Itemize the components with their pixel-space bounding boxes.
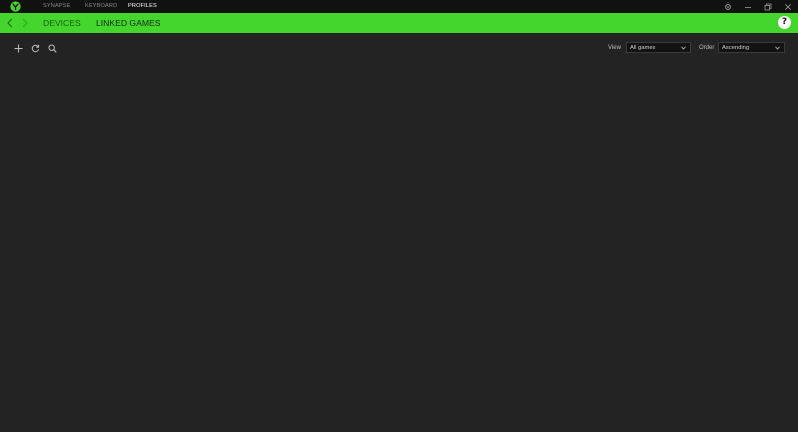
sub-header: DEVICES LINKED GAMES ? (0, 13, 798, 33)
nav-keyboard[interactable]: KEYBOARD (85, 0, 117, 13)
chevron-right-icon (22, 18, 28, 28)
close-icon (785, 3, 791, 10)
minimize-button[interactable] (741, 0, 755, 13)
refresh-icon (31, 44, 39, 52)
games-list-area (0, 62, 798, 432)
restore-icon (764, 3, 772, 10)
chevron-down-icon (681, 46, 686, 50)
add-icon (14, 44, 22, 52)
help-button[interactable]: ? (778, 16, 791, 29)
view-select[interactable]: All games (626, 42, 691, 53)
search-button[interactable] (46, 42, 58, 54)
settings-button[interactable] (721, 0, 735, 13)
help-icon: ? (781, 17, 788, 27)
razer-logo-icon[interactable] (10, 1, 21, 12)
view-select-value: All games (630, 45, 656, 51)
refresh-button[interactable] (29, 42, 41, 54)
minimize-icon (745, 6, 751, 8)
view-label: View (608, 45, 621, 51)
close-button[interactable] (781, 0, 795, 13)
back-button[interactable] (3, 16, 17, 30)
order-select-value: Ascending (722, 45, 750, 51)
restore-button[interactable] (761, 0, 775, 13)
add-button[interactable] (12, 42, 24, 54)
nav-profiles[interactable]: PROFILES (128, 0, 157, 13)
chevron-down-icon (775, 46, 780, 50)
chevron-left-icon (7, 18, 13, 28)
order-label: Order (699, 45, 715, 51)
order-select[interactable]: Ascending (718, 42, 785, 53)
title-bar: SYNAPSE KEYBOARD PROFILES (0, 0, 798, 13)
forward-button[interactable] (18, 16, 32, 30)
tab-devices[interactable]: DEVICES (43, 13, 81, 33)
razer-synapse-window: SYNAPSE KEYBOARD PROFILES DEVICES LINKED… (0, 0, 798, 432)
nav-synapse[interactable]: SYNAPSE (43, 0, 70, 13)
search-icon (48, 44, 57, 53)
tab-linked-games[interactable]: LINKED GAMES (96, 13, 160, 33)
settings-icon (725, 3, 731, 10)
